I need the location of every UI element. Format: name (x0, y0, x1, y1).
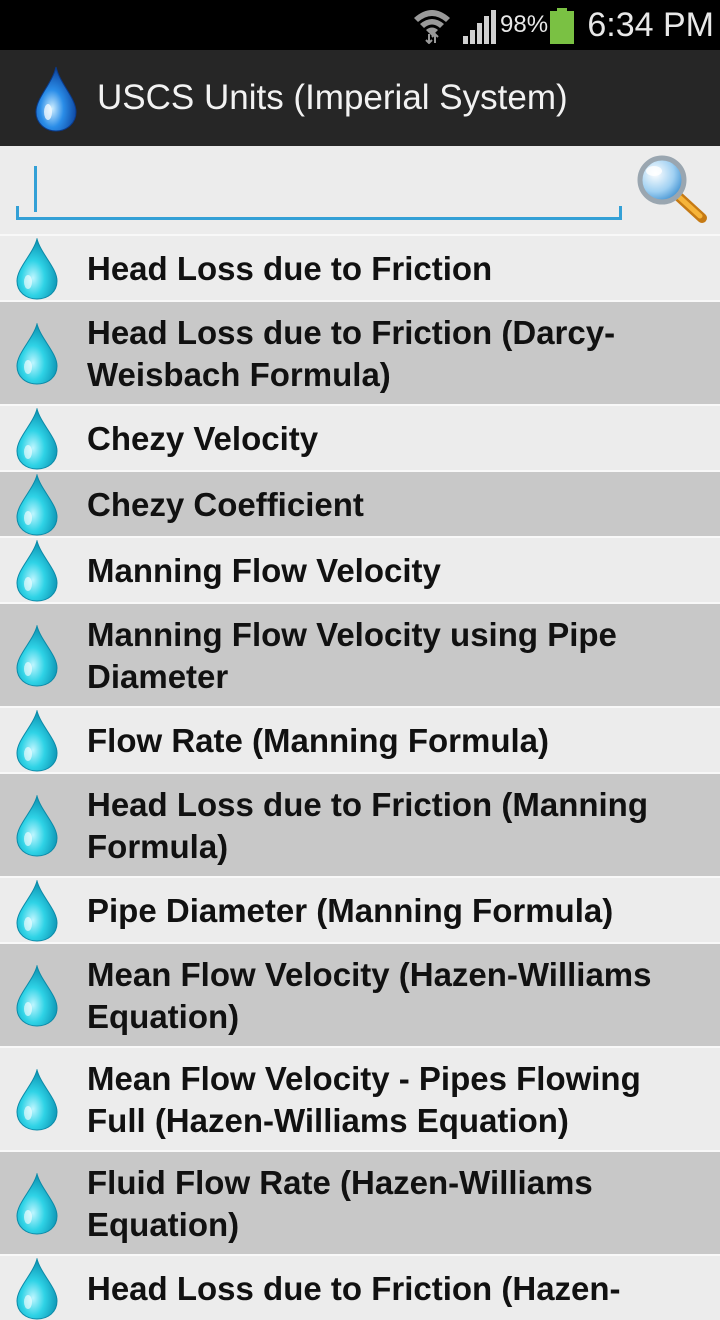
list-item-label: Flow Rate (Manning Formula) (87, 722, 549, 759)
list-item[interactable]: Manning Flow Velocity (0, 536, 720, 602)
list-item[interactable]: Head Loss due to Friction (Darcy-Weisbac… (0, 300, 720, 404)
water-drop-icon (16, 1173, 58, 1235)
formula-list: Head Loss due to Friction Head Loss due t… (0, 234, 720, 1320)
list-item[interactable]: Flow Rate (Manning Formula) (0, 706, 720, 772)
water-drop-icon[interactable] (34, 66, 78, 132)
list-item[interactable]: Manning Flow Velocity using Pipe Diamete… (0, 602, 720, 706)
list-item[interactable]: Head Loss due to Friction (Manning Formu… (0, 772, 720, 876)
list-item-label: Head Loss due to Friction (Darcy-Weisbac… (87, 314, 616, 393)
water-drop-icon (16, 1069, 58, 1131)
water-drop-icon (16, 408, 58, 470)
list-item[interactable]: Mean Flow Velocity (Hazen-Williams Equat… (0, 942, 720, 1046)
water-drop-icon (16, 965, 58, 1027)
list-item[interactable]: Head Loss due to Friction (0, 234, 720, 300)
water-drop-icon (16, 1258, 58, 1320)
list-item-label: Chezy Velocity (87, 420, 319, 457)
water-drop-icon (16, 625, 58, 687)
list-item-label: Head Loss due to Friction (Hazen- (87, 1270, 621, 1307)
water-drop-icon (16, 880, 58, 942)
water-drop-icon (16, 238, 58, 300)
list-item-label: Manning Flow Velocity (87, 552, 441, 589)
water-drop-icon (16, 474, 58, 536)
water-drop-icon (16, 710, 58, 772)
water-drop-icon (16, 323, 58, 385)
text-cursor (34, 166, 37, 212)
list-item[interactable]: Fluid Flow Rate (Hazen-Williams Equation… (0, 1150, 720, 1254)
list-item[interactable]: Chezy Coefficient (0, 470, 720, 536)
list-item[interactable]: Head Loss due to Friction (Hazen- (0, 1254, 720, 1320)
list-item-label: Mean Flow Velocity - Pipes Flowing Full … (87, 1060, 641, 1139)
search-input-edge-left (16, 206, 19, 220)
list-item-label: Head Loss due to Friction (Manning Formu… (87, 786, 648, 865)
search-input[interactable] (16, 156, 622, 220)
list-item[interactable]: Pipe Diameter (Manning Formula) (0, 876, 720, 942)
list-item-label: Mean Flow Velocity (Hazen-Williams Equat… (87, 956, 652, 1035)
clock: 6:34 PM (587, 6, 714, 44)
list-item-label: Chezy Coefficient (87, 486, 364, 523)
action-bar: USCS Units (Imperial System) (0, 50, 720, 146)
battery-percent: 98% (500, 11, 549, 38)
list-item-label: Pipe Diameter (Manning Formula) (87, 892, 614, 929)
water-drop-icon (16, 540, 58, 602)
battery-icon (550, 8, 574, 44)
search-input-edge-right (619, 206, 622, 220)
signal-icon (463, 10, 496, 44)
list-item-label: Fluid Flow Rate (Hazen-Williams Equation… (87, 1164, 593, 1243)
magnifier-icon[interactable] (634, 152, 710, 228)
status-bar: 98% 6:34 PM (0, 0, 720, 50)
water-drop-icon (16, 795, 58, 857)
list-item[interactable]: Mean Flow Velocity - Pipes Flowing Full … (0, 1046, 720, 1150)
list-item-label: Manning Flow Velocity using Pipe Diamete… (87, 616, 617, 695)
page-title: USCS Units (Imperial System) (97, 78, 568, 117)
wifi-icon (414, 10, 450, 44)
search-bar (0, 146, 720, 234)
list-item-label: Head Loss due to Friction (87, 250, 493, 287)
list-item[interactable]: Chezy Velocity (0, 404, 720, 470)
